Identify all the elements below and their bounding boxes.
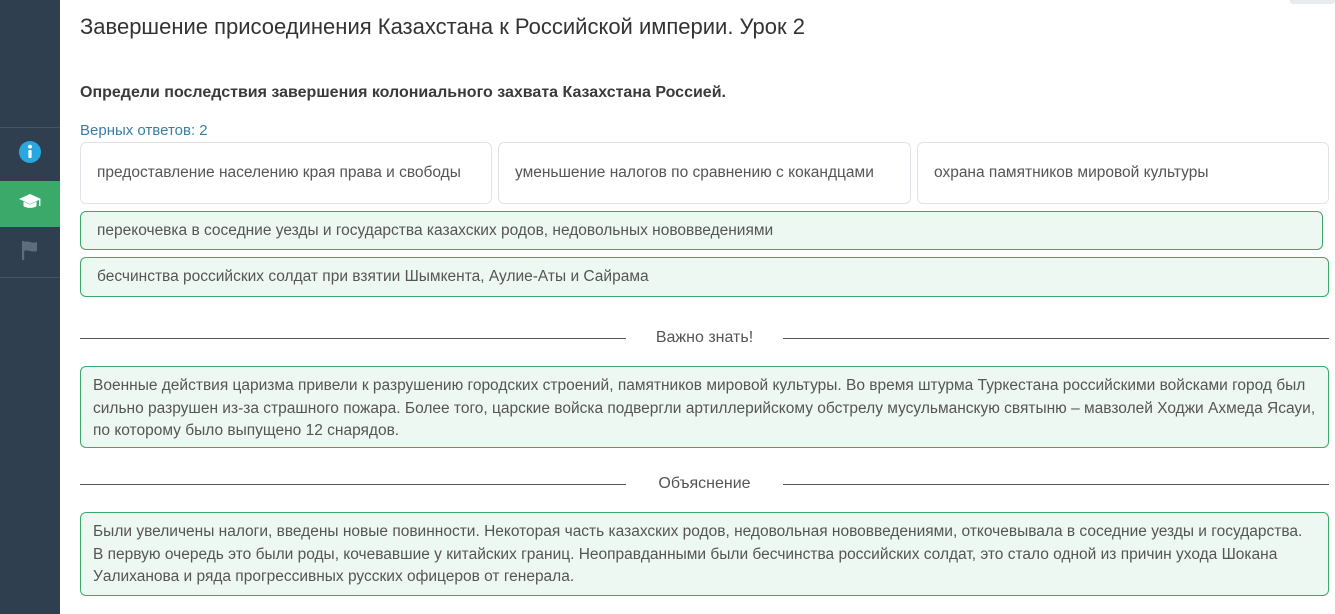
sidebar-item-info[interactable] <box>0 131 60 177</box>
page-title: Завершение присоединения Казахстана к Ро… <box>80 14 805 39</box>
info-icon <box>18 140 42 169</box>
sidebar-divider <box>0 127 60 128</box>
explanation-divider: Объяснение <box>80 474 1329 494</box>
selected-answer-label: бесчинства российских солдат при взятии … <box>97 268 649 285</box>
top-right-tab <box>1290 0 1335 4</box>
sidebar-divider <box>0 277 60 278</box>
sidebar <box>0 0 60 614</box>
answer-option[interactable]: уменьшение налогов по сравнению с коканд… <box>498 142 911 204</box>
selected-answer[interactable]: перекочевка в соседние уезды и государст… <box>80 211 1323 250</box>
explanation-heading: Объяснение <box>658 475 751 492</box>
answer-option[interactable]: охрана памятников мировой культуры <box>917 142 1329 204</box>
answer-option-label: охрана памятников мировой культуры <box>934 164 1209 181</box>
selected-answer-label: перекочевка в соседние уезды и государст… <box>97 221 774 239</box>
graduation-cap-icon <box>18 192 42 217</box>
important-heading: Важно знать! <box>655 329 754 346</box>
flag-icon <box>19 239 41 266</box>
answer-option-label: предоставление населению края права и св… <box>97 164 461 181</box>
important-note: Военные действия царизма привели к разру… <box>80 366 1329 448</box>
important-divider: Важно знать! <box>80 328 1329 348</box>
answer-option[interactable]: предоставление населению края права и св… <box>80 142 492 204</box>
selected-answer[interactable]: бесчинства российских солдат при взятии … <box>80 257 1329 297</box>
sidebar-item-lesson[interactable] <box>0 181 60 227</box>
correct-answers-count: Верных ответов: 2 <box>80 122 208 139</box>
answer-option-label: уменьшение налогов по сравнению с коканд… <box>515 164 874 181</box>
explanation-note: Были увеличены налоги, введены новые пов… <box>80 512 1329 596</box>
question-text: Определи последствия завершения колониал… <box>80 84 726 101</box>
sidebar-item-flag[interactable] <box>0 229 60 275</box>
